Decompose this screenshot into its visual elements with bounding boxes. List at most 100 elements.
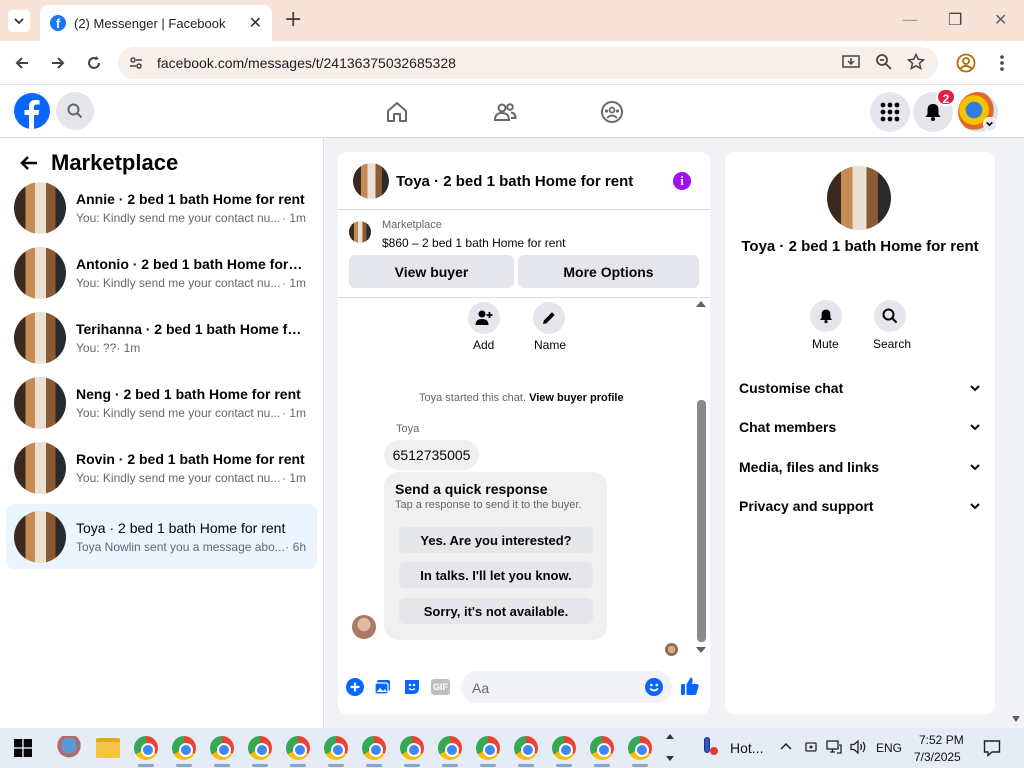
forward-arrow-icon[interactable] [48,53,68,73]
sticker-icon[interactable] [403,678,421,696]
grid-menu-icon [880,102,900,122]
chrome-icon[interactable] [324,736,348,760]
conversation-item[interactable]: Annie · 2 bed 1 bath Home for rent You: … [6,177,317,238]
language-indicator[interactable]: ENG [876,741,902,755]
chrome-icon[interactable] [514,736,538,760]
zoom-icon[interactable] [875,53,893,71]
chrome-icon[interactable] [172,736,196,760]
weather-text[interactable]: Hot... [730,740,763,756]
chrome-icon[interactable] [400,736,424,760]
notification-center-icon[interactable] [983,739,1001,757]
quick-response-button[interactable]: In talks. I'll let you know. [399,562,593,588]
clock-date[interactable]: 7/3/2025 [914,750,961,764]
sender-name: Toya [396,423,420,435]
reload-icon[interactable] [84,53,104,73]
quick-response-button[interactable]: Yes. Are you interested? [399,527,593,553]
edit-name-button[interactable] [533,302,565,334]
mute-button[interactable] [810,300,842,332]
start-button[interactable] [14,739,32,757]
conversation-item[interactable]: Rovin · 2 bed 1 bath Home for rent You: … [6,437,317,498]
view-buyer-button[interactable]: View buyer [349,255,514,288]
search-in-chat-button[interactable] [874,300,906,332]
view-buyer-profile-link[interactable]: View buyer profile [529,392,624,404]
clock-time[interactable]: 7:52 PM [919,733,964,747]
profile-icon[interactable] [956,53,976,73]
info-avatar[interactable] [827,166,891,230]
page-scroll-down-arrow[interactable] [1012,716,1020,722]
conversation-info-button[interactable]: i [673,172,691,190]
read-receipt-avatar [665,643,678,656]
new-tab-button[interactable]: + [284,7,302,32]
back-button[interactable] [18,152,40,174]
chrome-icon[interactable] [552,736,576,760]
privacy-support-section[interactable]: Privacy and support [739,498,981,514]
search-icon [67,103,83,119]
chat-scrollbar-thumb[interactable] [697,400,706,642]
media-files-links-section[interactable]: Media, files and links [739,459,981,475]
listing-source: Marketplace [382,219,442,231]
running-indicator [404,764,420,767]
add-people-button[interactable] [468,302,500,334]
gif-icon[interactable]: GIF [431,679,450,695]
message-input[interactable]: Aa [461,671,672,703]
more-options-button[interactable]: More Options [518,255,699,288]
meet-now-icon[interactable] [804,739,818,755]
browser-menu-icon[interactable] [994,54,1010,72]
account-chevron-icon[interactable] [983,117,997,131]
network-icon[interactable] [826,739,842,755]
running-indicator [442,764,458,767]
chrome-icon[interactable] [210,736,234,760]
chat-header-avatar[interactable] [353,163,389,199]
close-window-button[interactable]: ✕ [994,10,1007,29]
site-info-icon[interactable] [126,53,146,73]
conversation-item-active[interactable]: Toya · 2 bed 1 bath Home for rent Toya N… [6,504,317,569]
quick-response-button[interactable]: Sorry, it's not available. [399,598,593,624]
app-icon[interactable] [56,736,82,760]
conversation-item[interactable]: Antonio · 2 bed 1 bath Home for r... You… [6,242,317,303]
facebook-logo-icon[interactable] [14,93,50,129]
running-indicator [366,764,382,767]
chrome-icon[interactable] [476,736,500,760]
show-hidden-icons[interactable] [780,741,792,753]
listing-title[interactable]: $860 – 2 bed 1 bath Home for rent [382,236,565,250]
fb-search-button[interactable] [56,92,94,130]
taskbar-scroll-up-icon[interactable] [666,734,674,739]
minimize-button[interactable]: — [902,10,918,29]
chrome-icon[interactable] [438,736,462,760]
chrome-icon[interactable] [628,736,652,760]
home-nav-icon[interactable] [385,100,409,124]
chat-title[interactable]: Toya · 2 bed 1 bath Home for rent [396,173,633,190]
bookmark-star-icon[interactable] [907,53,925,71]
groups-nav-icon[interactable] [600,100,624,124]
back-arrow-icon[interactable] [12,53,32,73]
friends-nav-icon[interactable] [493,100,517,124]
photo-icon[interactable] [374,678,392,696]
restore-button[interactable]: ❐ [948,10,962,29]
volume-icon[interactable] [850,739,868,755]
install-app-icon[interactable] [842,53,860,71]
conversation-item[interactable]: Terihanna · 2 bed 1 bath Home for ... Yo… [6,307,317,368]
tab-list-button[interactable] [8,10,30,32]
windows-logo-icon [14,739,32,757]
chat-members-section[interactable]: Chat members [739,419,981,435]
scroll-up-arrow[interactable] [696,301,706,307]
menu-button[interactable] [870,92,910,132]
chrome-icon[interactable] [362,736,386,760]
customise-chat-section[interactable]: Customise chat [739,380,981,396]
like-thumb-icon[interactable] [680,676,700,696]
chrome-icon[interactable] [286,736,310,760]
chrome-icon[interactable] [134,736,158,760]
tab-close-icon[interactable]: ✕ [249,13,262,33]
running-indicator [632,764,648,767]
chrome-icon[interactable] [590,736,614,760]
facebook-favicon-icon: f [50,15,66,31]
emoji-icon[interactable] [645,678,663,696]
message-bubble[interactable]: 6512735005 [384,440,479,470]
chrome-icon[interactable] [248,736,272,760]
conversation-item[interactable]: Neng · 2 bed 1 bath Home for rent You: K… [6,372,317,433]
more-actions-icon[interactable] [346,678,364,696]
browser-tab[interactable]: f (2) Messenger | Facebook ✕ [40,5,272,41]
taskbar-scroll-down-icon[interactable] [666,756,674,761]
scroll-down-arrow[interactable] [696,647,706,653]
file-explorer-icon[interactable] [96,738,120,758]
